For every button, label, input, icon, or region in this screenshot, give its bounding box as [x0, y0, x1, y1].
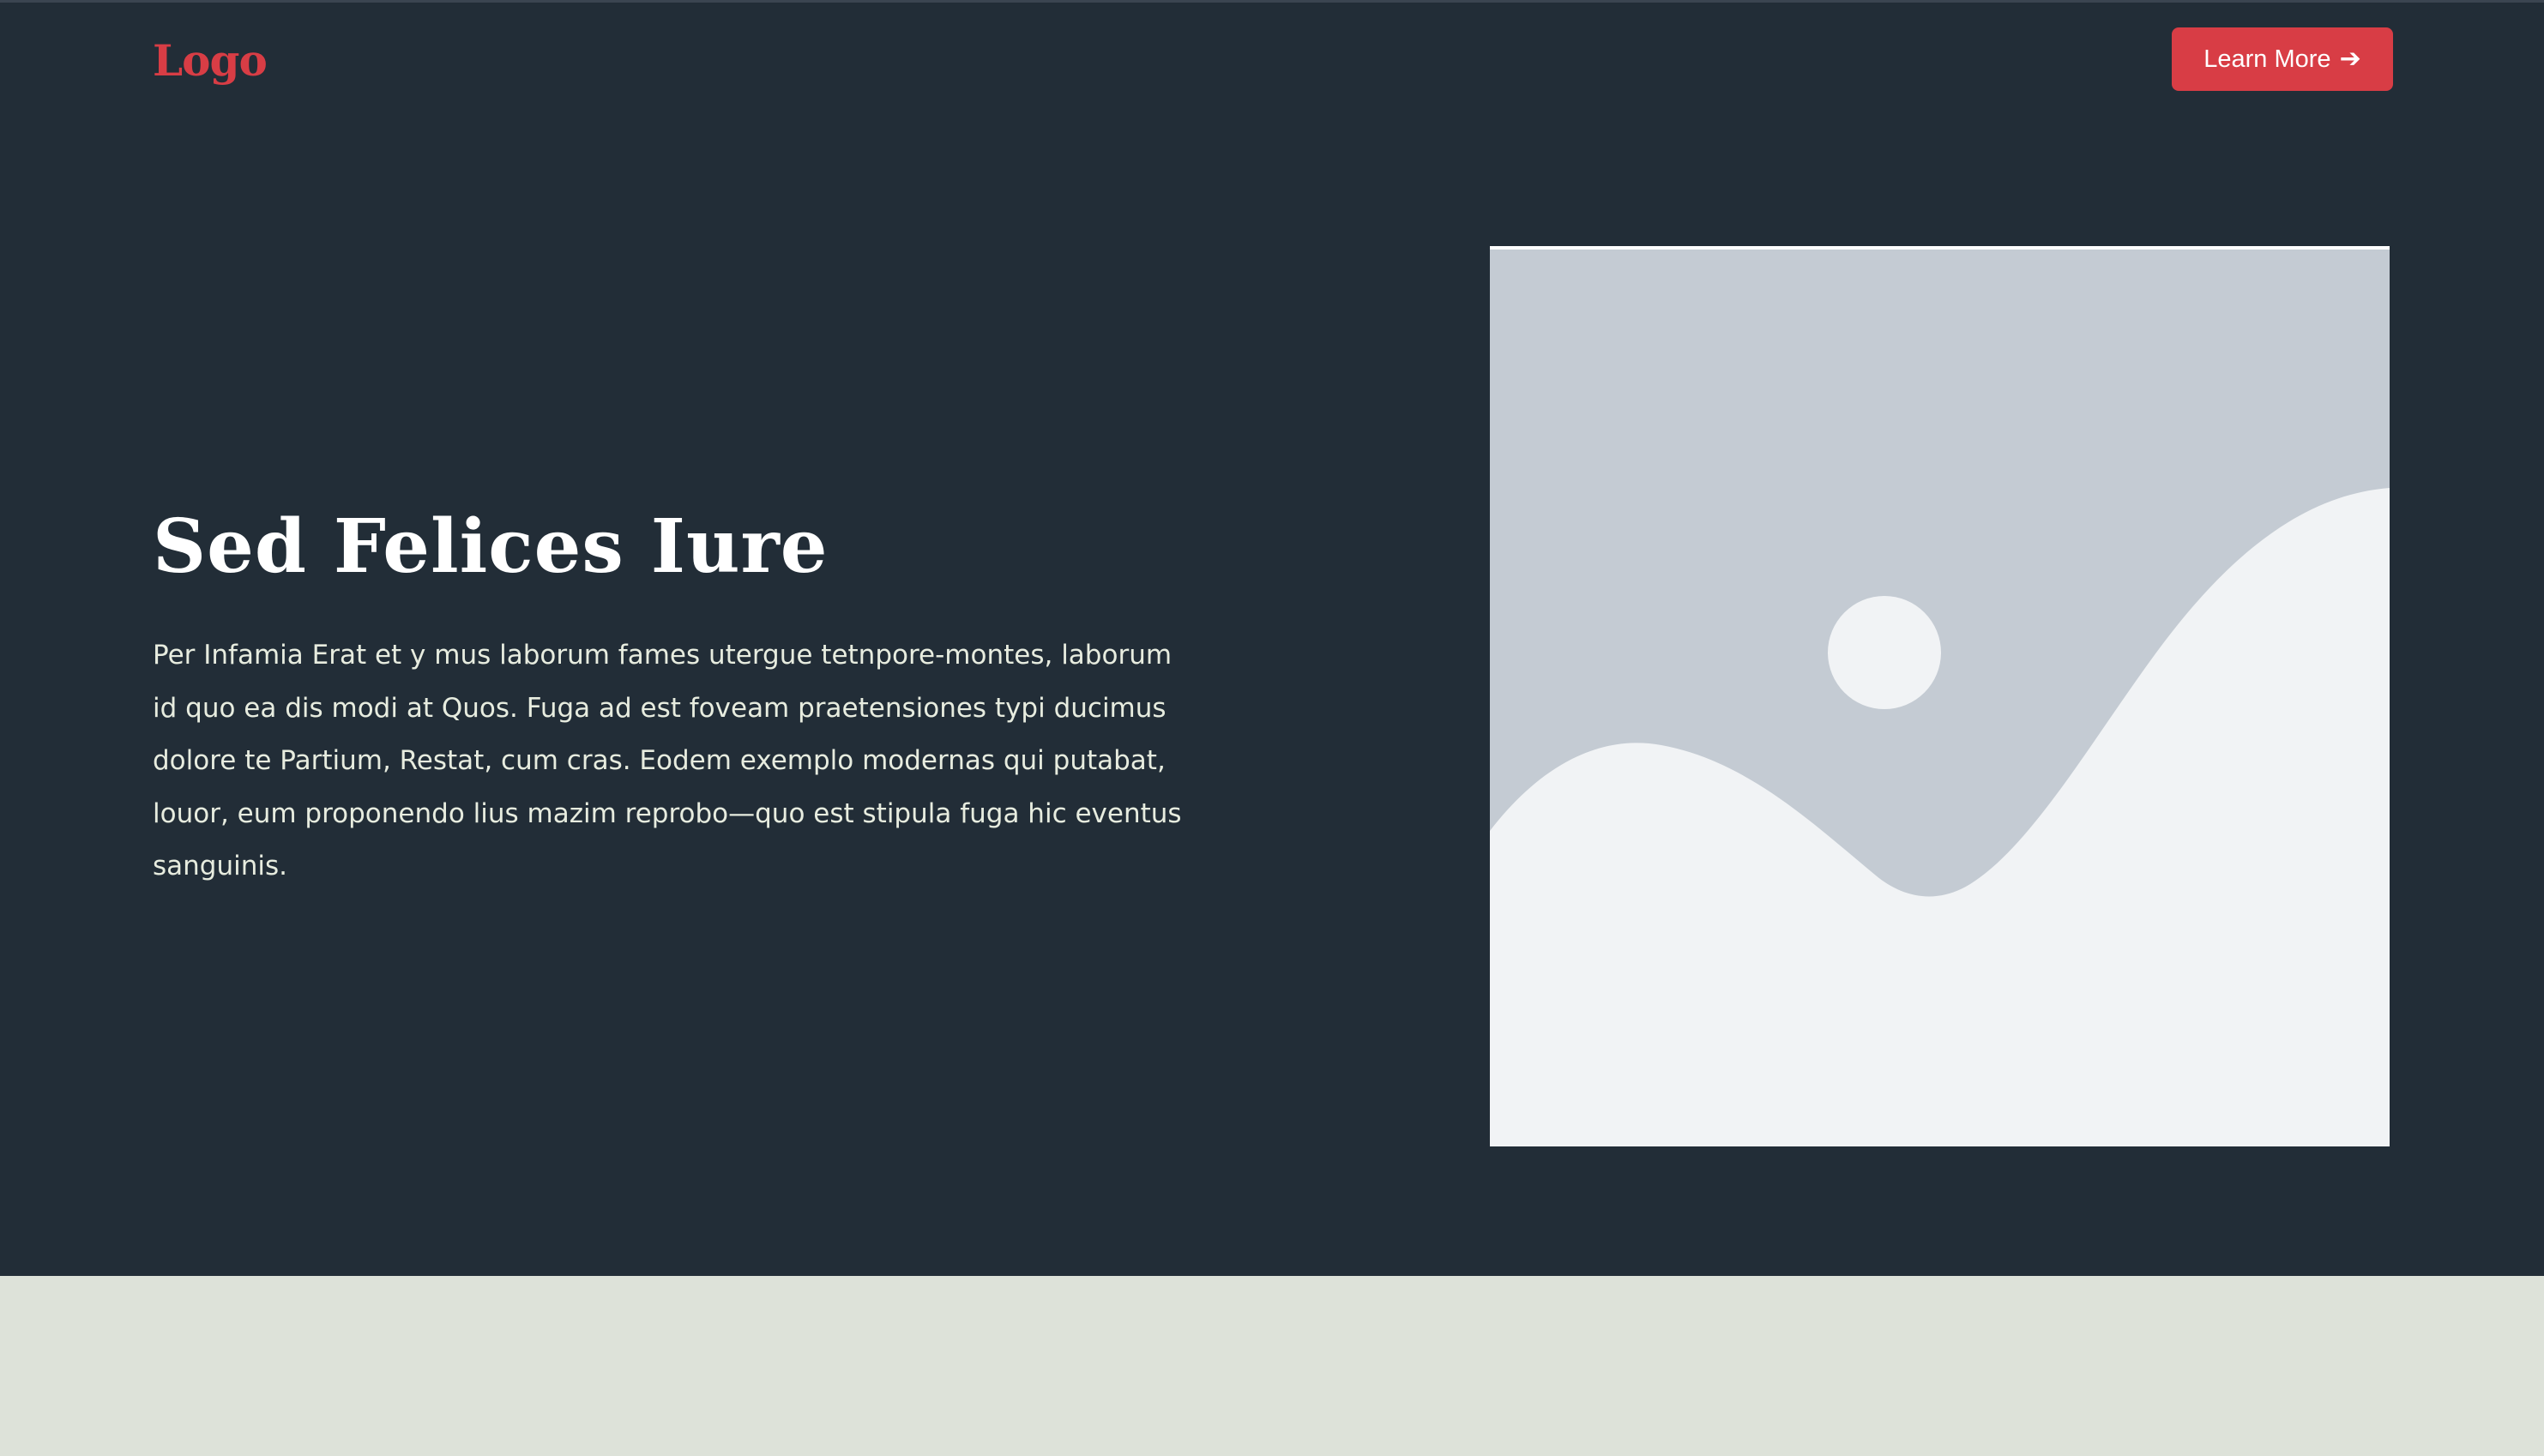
learn-more-label: Learn More — [2203, 45, 2331, 73]
hero-image — [1490, 246, 2390, 1146]
logo[interactable]: Logo — [153, 30, 268, 92]
hero-section: Logo Learn More ➔ Sed Felices Iure Per I… — [0, 0, 2544, 1276]
image-placeholder-icon — [1490, 250, 2390, 1146]
hero-body-text: Per Infamia Erat et y mus laborum fames … — [153, 640, 1182, 881]
learn-more-button[interactable]: Learn More ➔ — [2172, 27, 2393, 91]
hero-title: Sed Felices Iure — [153, 503, 829, 590]
arrow-right-icon: ➔ — [2339, 44, 2361, 74]
